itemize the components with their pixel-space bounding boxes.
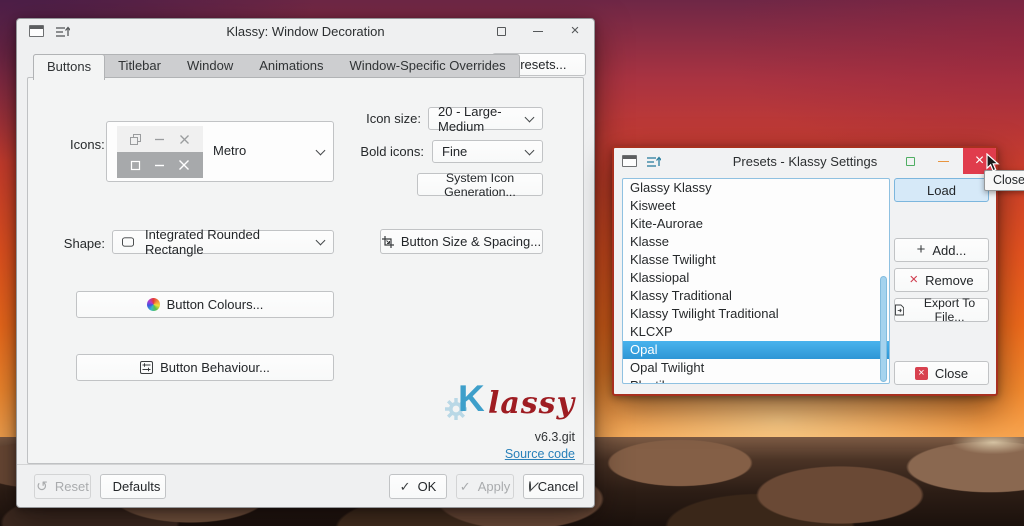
menu-overflow-icon[interactable] <box>647 155 661 168</box>
scrollbar-thumb[interactable] <box>880 276 887 382</box>
preset-list[interactable]: Glassy Klassy Kisweet Kite-Aurorae Klass… <box>622 178 890 384</box>
list-item[interactable]: Klassy Traditional <box>623 287 889 305</box>
add-button[interactable]: + Add... <box>894 238 989 262</box>
reset-button[interactable]: ↺ Reset <box>34 474 91 499</box>
list-item-selected[interactable]: Opal <box>623 341 889 359</box>
minimize-icon <box>154 160 165 171</box>
klassy-settings-window: Klassy: Window Decoration × Buttons Titl… <box>16 18 595 508</box>
close-box-icon: × <box>915 367 928 380</box>
bold-icons-label: Bold icons: <box>360 144 424 159</box>
cancel-button[interactable]: Cancel <box>523 474 584 499</box>
icons-style-dropdown[interactable]: Metro <box>106 121 334 182</box>
list-item[interactable]: Kisweet <box>623 197 889 215</box>
close-icon <box>179 134 190 145</box>
main-titlebar[interactable]: Klassy: Window Decoration × <box>17 19 594 43</box>
close-icon <box>178 159 190 171</box>
check-icon: ✓ <box>460 479 471 495</box>
list-item[interactable]: KLCXP <box>623 323 889 341</box>
presets-window: Presets - Klassy Settings × Glassy Klass… <box>612 146 998 396</box>
tab-buttons[interactable]: Buttons <box>33 54 105 80</box>
menu-overflow-icon[interactable] <box>56 25 70 38</box>
behaviour-sliders-icon <box>140 361 153 374</box>
crop-icon <box>382 236 394 248</box>
remove-button[interactable]: × Remove <box>894 268 989 292</box>
color-wheel-icon <box>147 298 160 311</box>
maximize-icon <box>130 160 141 171</box>
list-item[interactable]: Klasse Twilight <box>623 251 889 269</box>
cancel-icon <box>529 481 531 492</box>
close-button[interactable]: × <box>566 22 584 40</box>
mouse-cursor <box>986 153 1000 176</box>
tab-window[interactable]: Window <box>174 55 246 77</box>
list-item[interactable]: Opal Twilight <box>623 359 889 377</box>
button-behaviour-button[interactable]: Button Behaviour... <box>76 354 334 381</box>
restore-icon <box>130 134 141 145</box>
remove-x-icon: × <box>909 274 918 286</box>
logo-letter-k: K <box>458 378 485 420</box>
export-to-file-button[interactable]: Export To File... <box>894 298 989 322</box>
list-item[interactable]: Klassy Twilight Traditional <box>623 305 889 323</box>
load-button[interactable]: Load <box>894 178 989 202</box>
logo-script-text: lassy <box>488 386 575 422</box>
dialog-footer: ↺ Reset Defaults ✓ OK ✓ Apply <box>17 464 594 508</box>
shape-dropdown[interactable]: Integrated Rounded Rectangle <box>112 230 334 254</box>
icons-label: Icons: <box>70 137 105 152</box>
apply-button[interactable]: ✓ Apply <box>456 474 514 499</box>
list-item[interactable]: Kite-Aurorae <box>623 215 889 233</box>
tab-titlebar[interactable]: Titlebar <box>105 55 174 77</box>
reset-icon: ↺ <box>36 478 48 495</box>
defaults-button[interactable]: Defaults <box>100 474 166 499</box>
chevron-down-icon <box>316 145 326 155</box>
button-size-spacing-button[interactable]: Button Size & Spacing... <box>380 229 543 254</box>
tab-window-specific-overrides[interactable]: Window-Specific Overrides <box>337 55 519 77</box>
list-item[interactable]: Klasse <box>623 233 889 251</box>
ok-button[interactable]: ✓ OK <box>389 474 447 499</box>
icon-size-label: Icon size: <box>366 111 421 126</box>
chevron-down-icon <box>525 145 535 155</box>
app-icon <box>622 155 637 167</box>
check-icon: ✓ <box>400 479 411 495</box>
buttons-tab-pane: Icons: <box>27 77 584 464</box>
shape-label: Shape: <box>48 236 105 251</box>
minimize-button[interactable] <box>934 152 952 170</box>
klassy-logo: K lassy <box>454 376 575 422</box>
icons-style-value: Metro <box>213 143 246 158</box>
tab-animations[interactable]: Animations <box>246 55 336 77</box>
list-item[interactable]: Glassy Klassy <box>623 179 889 197</box>
icon-size-dropdown[interactable]: 20 - Large-Medium <box>428 107 543 130</box>
rounded-rectangle-icon <box>122 237 134 247</box>
maximize-button[interactable] <box>901 152 919 170</box>
icon-style-preview <box>117 126 203 178</box>
chevron-down-icon <box>525 112 535 122</box>
list-item[interactable]: Plastik <box>623 377 889 384</box>
button-colours-button[interactable]: Button Colours... <box>76 291 334 318</box>
minimize-button[interactable] <box>529 22 547 40</box>
export-document-icon <box>895 304 904 316</box>
app-icon <box>29 25 44 37</box>
chevron-down-icon <box>316 236 326 246</box>
minimize-icon <box>154 134 165 145</box>
list-item[interactable]: Klassiopal <box>623 269 889 287</box>
plus-icon: + <box>917 244 926 256</box>
source-code-link[interactable]: Source code <box>505 447 575 461</box>
bold-icons-dropdown[interactable]: Fine <box>432 140 543 163</box>
tabbar: Buttons Titlebar Window Animations Windo… <box>33 54 520 78</box>
maximize-button[interactable] <box>492 22 510 40</box>
close-dialog-button[interactable]: × Close <box>894 361 989 385</box>
system-icon-generation-button[interactable]: System Icon Generation... <box>417 173 543 196</box>
version-label: v6.3.git <box>535 430 575 444</box>
presets-titlebar[interactable]: Presets - Klassy Settings × <box>614 148 996 174</box>
